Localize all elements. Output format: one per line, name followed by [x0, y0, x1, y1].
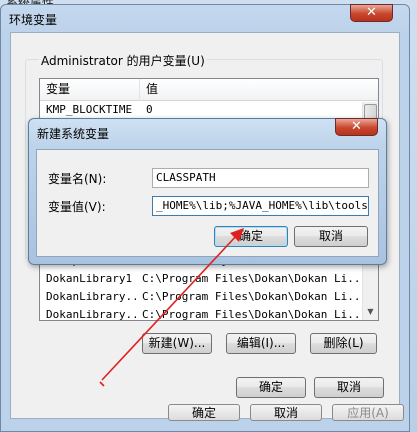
arrow-shaft: [101, 233, 239, 381]
arrow-tail-mark: [99, 381, 105, 387]
annotation-arrow: [99, 228, 244, 387]
